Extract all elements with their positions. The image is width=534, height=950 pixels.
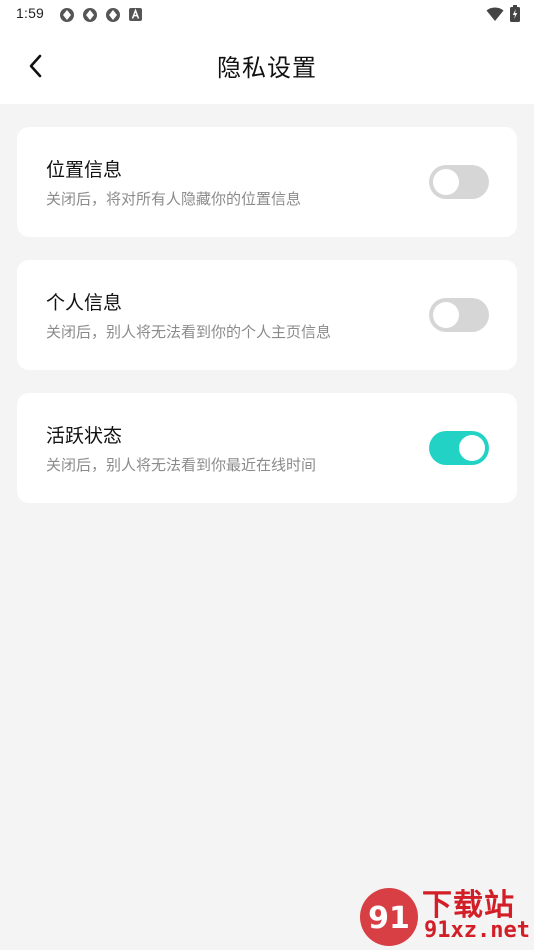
personal-info-toggle[interactable] bbox=[429, 298, 489, 332]
page-title: 隐私设置 bbox=[217, 54, 317, 82]
watermark-site: 91xz.net bbox=[424, 918, 530, 943]
setting-description: 关闭后，将对所有人隐藏你的位置信息 bbox=[46, 190, 302, 208]
system-icons bbox=[486, 5, 520, 26]
toggle-knob bbox=[459, 435, 485, 461]
setting-title: 位置信息 bbox=[46, 159, 123, 181]
active-status-toggle[interactable] bbox=[429, 431, 489, 465]
app-notification-icon bbox=[104, 6, 121, 23]
app-notification-icon bbox=[58, 6, 75, 23]
setting-description: 关闭后，别人将无法看到你的个人主页信息 bbox=[46, 323, 332, 341]
watermark: 91 下载站 91xz.net bbox=[354, 878, 534, 950]
status-time: 1:59 bbox=[16, 5, 45, 21]
toggle-knob bbox=[433, 169, 459, 195]
location-toggle[interactable] bbox=[429, 165, 489, 199]
toggle-knob bbox=[433, 302, 459, 328]
notification-icons bbox=[58, 6, 144, 23]
setting-title: 个人信息 bbox=[46, 292, 123, 314]
header: 隐私设置 bbox=[0, 28, 534, 104]
a-notification-icon bbox=[127, 6, 144, 23]
setting-card-location: 位置信息 关闭后，将对所有人隐藏你的位置信息 bbox=[17, 127, 517, 237]
wifi-icon bbox=[486, 6, 504, 26]
setting-card-personal-info: 个人信息 关闭后，别人将无法看到你的个人主页信息 bbox=[17, 260, 517, 370]
svg-text:91: 91 bbox=[368, 901, 410, 936]
app-notification-icon bbox=[81, 6, 98, 23]
setting-card-active-status: 活跃状态 关闭后，别人将无法看到你最近在线时间 bbox=[17, 393, 517, 503]
status-bar: 1:59 bbox=[0, 0, 534, 28]
watermark-logo-icon: 91 bbox=[360, 888, 418, 946]
battery-charging-icon bbox=[510, 5, 520, 26]
setting-description: 关闭后，别人将无法看到你最近在线时间 bbox=[46, 456, 317, 474]
setting-title: 活跃状态 bbox=[46, 425, 123, 447]
